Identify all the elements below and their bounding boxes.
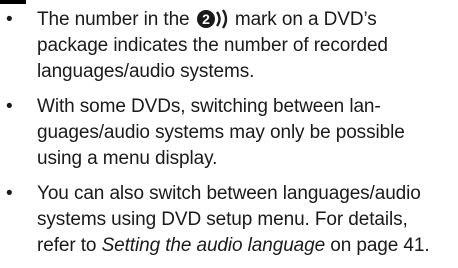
note-item-menu-switching: • With some DVDs, switching between lan-… — [0, 94, 458, 172]
note-line: using a menu display. — [37, 148, 218, 169]
bullet-icon: • — [6, 183, 13, 204]
note-text: mark on a DVD’s — [229, 9, 377, 30]
note-line: systems using DVD setup menu. For detail… — [37, 209, 408, 230]
note-item-languages-count: • The number in the 2 mark on a DVD’s pa… — [0, 7, 458, 85]
note-line: guages/audio systems may only be possibl… — [37, 122, 405, 143]
note-text: refer to — [37, 235, 102, 256]
bullet-icon: • — [6, 9, 13, 30]
note-line: The number in the 2 mark on a DVD’s — [37, 7, 458, 33]
note-line: package indicates the number of recorded — [37, 35, 388, 56]
notes-list: • The number in the 2 mark on a DVD’s pa… — [0, 7, 458, 268]
note-line: languages/audio systems. — [37, 61, 255, 82]
note-line: You can also switch between languages/au… — [37, 183, 421, 204]
notes-icon — [0, 0, 26, 4]
cross-reference-title: Setting the audio language — [101, 235, 326, 256]
note-item-setup-menu: • You can also switch between languages/… — [0, 181, 458, 259]
note-text: The number in the — [37, 9, 195, 30]
audio-languages-mark-icon: 2 — [196, 9, 229, 29]
audio-mark-number: 2 — [202, 11, 210, 27]
note-text: on page 41. — [325, 235, 430, 256]
note-line: With some DVDs, switching between lan- — [37, 96, 381, 117]
note-line: refer to Setting the audio language on p… — [37, 233, 458, 259]
bullet-icon: • — [6, 96, 13, 117]
